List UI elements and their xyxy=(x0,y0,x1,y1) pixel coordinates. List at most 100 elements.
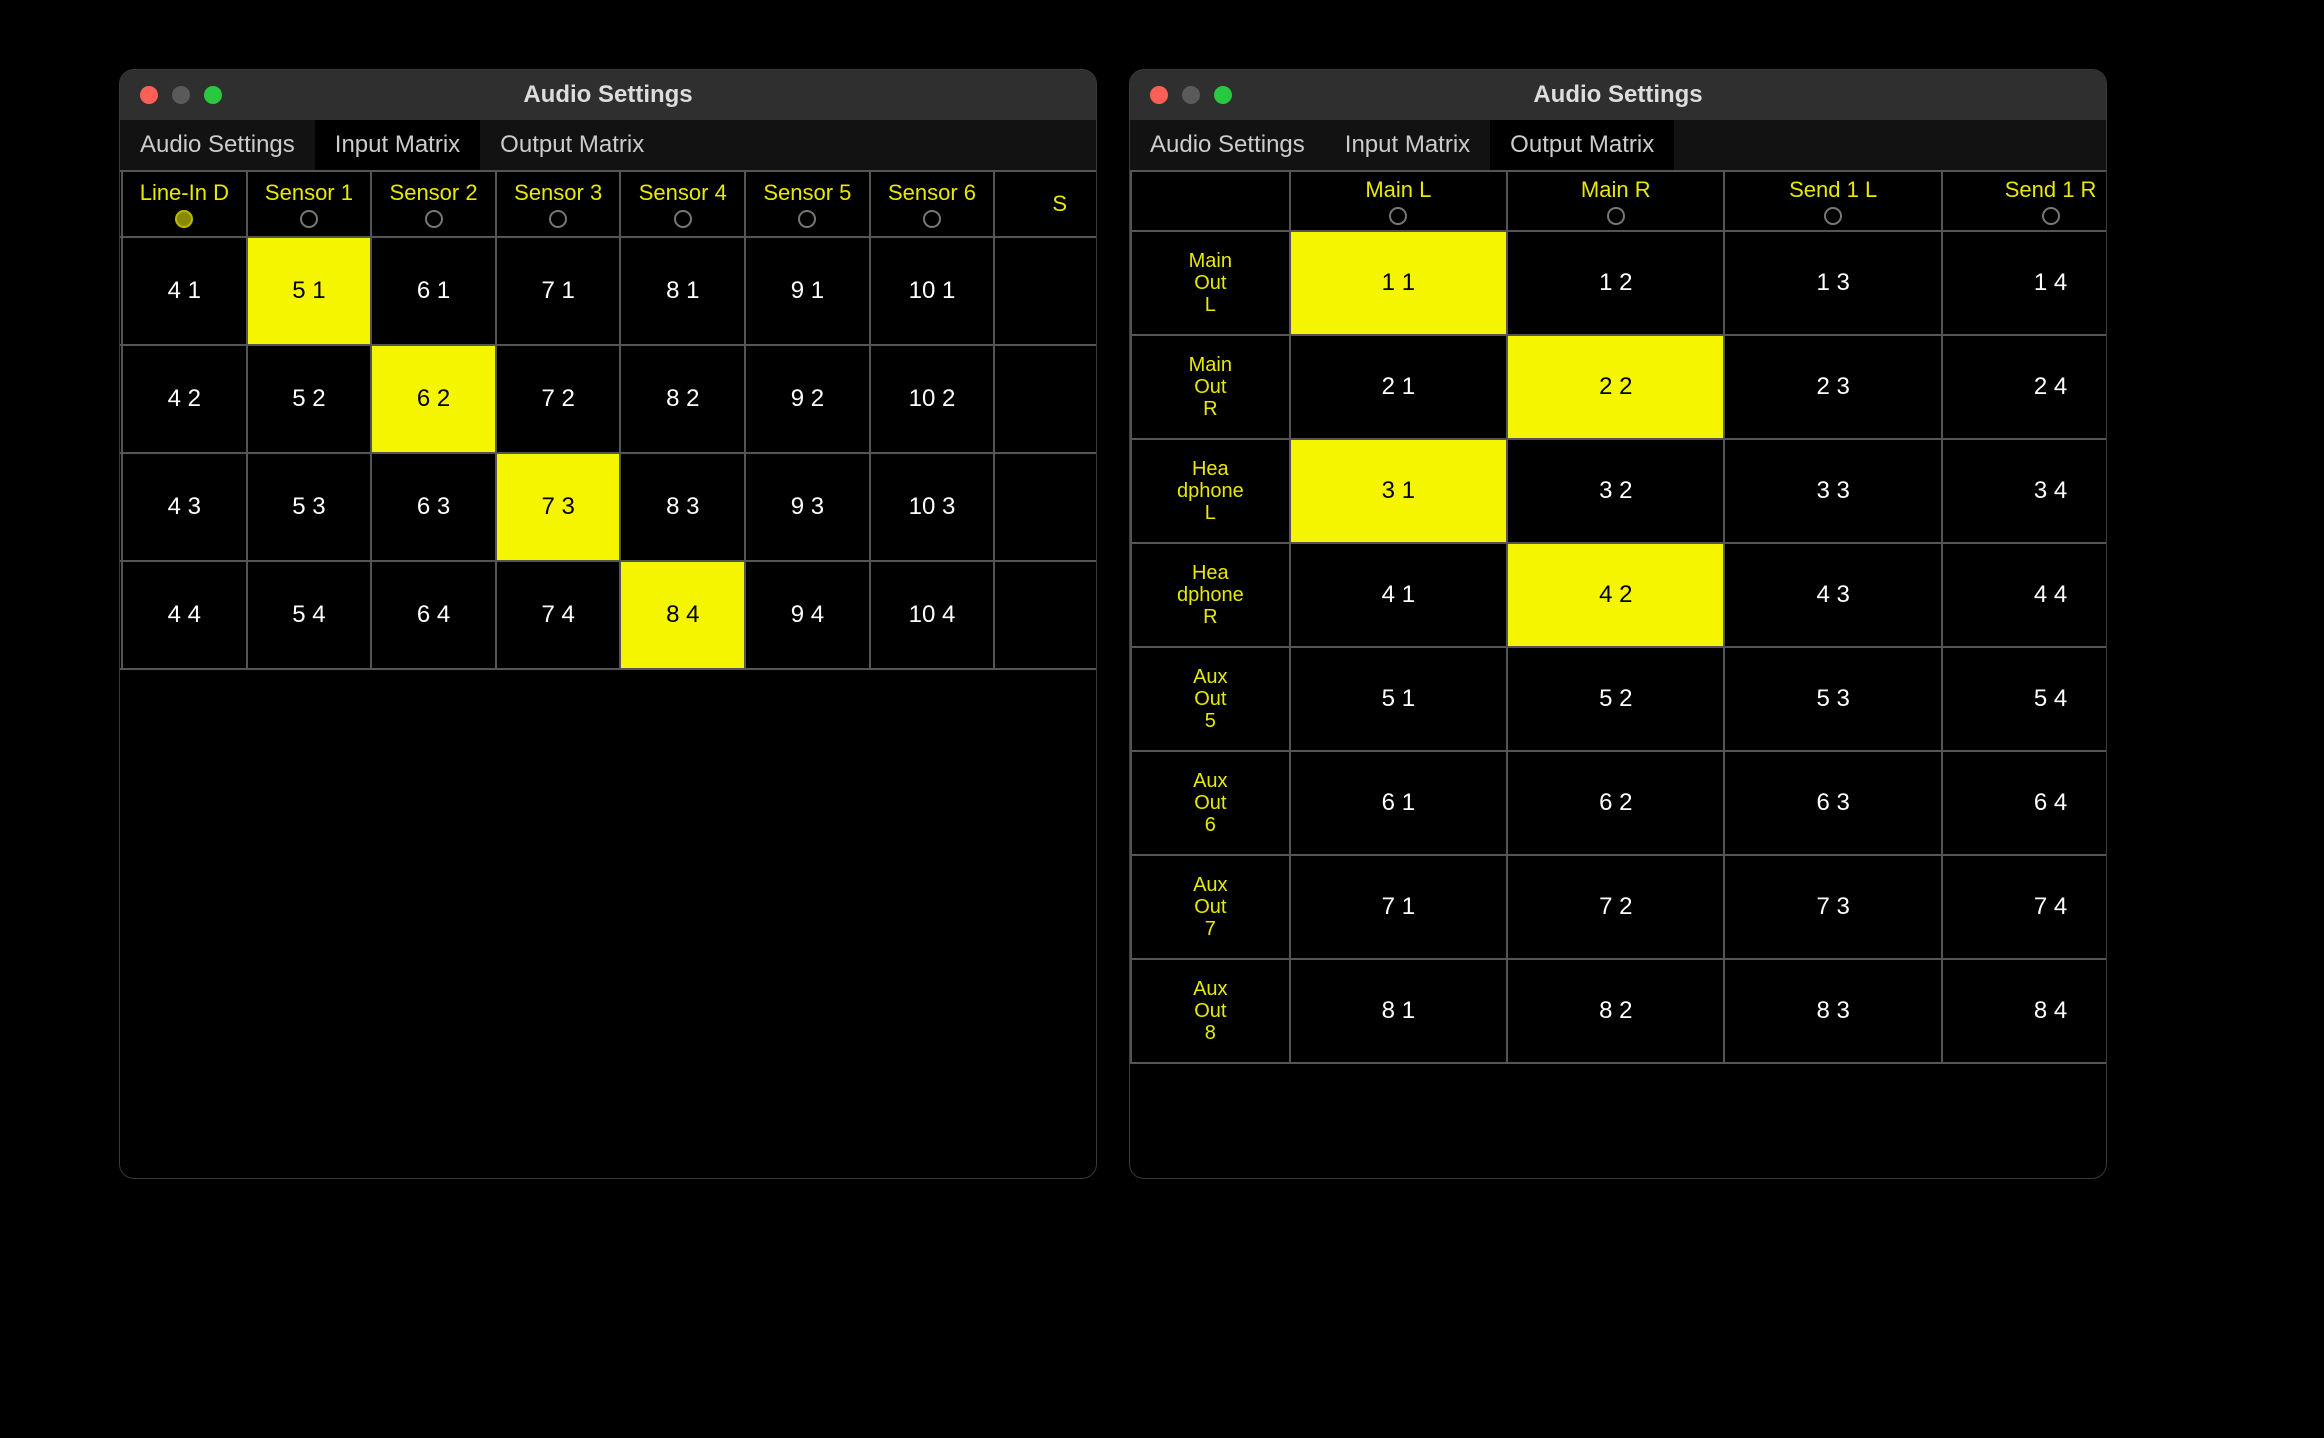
column-radio-icon[interactable] xyxy=(2042,207,2060,225)
column-header[interactable]: S xyxy=(995,172,1096,236)
matrix-cell[interactable]: 8 3 xyxy=(621,454,744,560)
column-header[interactable]: Sensor 5 xyxy=(746,172,869,236)
titlebar[interactable]: Audio Settings xyxy=(120,70,1096,120)
matrix-cell[interactable]: 3 1 xyxy=(120,238,121,344)
matrix-cell[interactable]: 8 3 xyxy=(1725,960,1940,1062)
matrix-cell[interactable]: 2 3 xyxy=(1725,336,1940,438)
matrix-cell[interactable]: 3 3 xyxy=(120,454,121,560)
minimize-icon[interactable] xyxy=(1182,86,1200,104)
column-radio-icon[interactable] xyxy=(549,210,567,228)
matrix-cell[interactable]: 3 2 xyxy=(1508,440,1723,542)
tab-audio-settings[interactable]: Audio Settings xyxy=(120,120,315,170)
matrix-cell[interactable]: 4 4 xyxy=(1943,544,2106,646)
matrix-cell[interactable]: 9 1 xyxy=(746,238,869,344)
matrix-cell[interactable]: 8 4 xyxy=(1943,960,2106,1062)
matrix-cell[interactable]: 4 4 xyxy=(123,562,246,668)
column-radio-icon[interactable] xyxy=(923,210,941,228)
column-radio-icon[interactable] xyxy=(1824,207,1842,225)
matrix-cell[interactable]: 5 1 xyxy=(1291,648,1506,750)
matrix-cell[interactable]: 4 3 xyxy=(123,454,246,560)
matrix-cell[interactable]: 9 2 xyxy=(746,346,869,452)
matrix-cell[interactable]: 1 2 xyxy=(1508,232,1723,334)
column-radio-icon[interactable] xyxy=(798,210,816,228)
column-header[interactable]: Send 1 L xyxy=(1725,172,1940,230)
matrix-scroll-area[interactable]: Main LMain RSend 1 LSend 1 RSend 2 LSend… xyxy=(1130,170,2106,1178)
matrix-cell[interactable]: 8 2 xyxy=(1508,960,1723,1062)
column-header[interactable]: Main L xyxy=(1291,172,1506,230)
matrix-cell[interactable]: 7 1 xyxy=(497,238,620,344)
matrix-cell[interactable]: 7 1 xyxy=(1291,856,1506,958)
tab-audio-settings[interactable]: Audio Settings xyxy=(1130,120,1325,170)
close-icon[interactable] xyxy=(1150,86,1168,104)
matrix-cell[interactable]: 4 1 xyxy=(123,238,246,344)
titlebar[interactable]: Audio Settings xyxy=(1130,70,2106,120)
column-header[interactable]: Sensor 2 xyxy=(372,172,495,236)
tab-input-matrix[interactable]: Input Matrix xyxy=(315,120,480,170)
matrix-cell[interactable] xyxy=(995,346,1096,452)
matrix-cell[interactable]: 1 4 xyxy=(1943,232,2106,334)
minimize-icon[interactable] xyxy=(172,86,190,104)
matrix-cell[interactable] xyxy=(995,562,1096,668)
matrix-cell[interactable]: 10 3 xyxy=(871,454,994,560)
matrix-cell[interactable]: 6 2 xyxy=(372,346,495,452)
matrix-cell[interactable]: 5 3 xyxy=(248,454,371,560)
matrix-cell[interactable]: 4 2 xyxy=(1508,544,1723,646)
column-radio-icon[interactable] xyxy=(1389,207,1407,225)
column-radio-icon[interactable] xyxy=(674,210,692,228)
matrix-cell[interactable]: 3 4 xyxy=(120,562,121,668)
tab-output-matrix[interactable]: Output Matrix xyxy=(480,120,664,170)
matrix-cell[interactable]: 3 3 xyxy=(1725,440,1940,542)
matrix-cell[interactable]: 5 2 xyxy=(248,346,371,452)
column-header[interactable]: Sensor 3 xyxy=(497,172,620,236)
close-icon[interactable] xyxy=(140,86,158,104)
matrix-cell[interactable]: 7 4 xyxy=(1943,856,2106,958)
column-header[interactable]: Line-In C xyxy=(120,172,121,236)
matrix-cell[interactable]: 7 4 xyxy=(497,562,620,668)
matrix-cell[interactable]: 3 4 xyxy=(1943,440,2106,542)
matrix-cell[interactable]: 6 4 xyxy=(372,562,495,668)
matrix-cell[interactable]: 10 1 xyxy=(871,238,994,344)
matrix-cell[interactable]: 6 3 xyxy=(1725,752,1940,854)
matrix-cell[interactable]: 3 1 xyxy=(1291,440,1506,542)
matrix-cell[interactable]: 9 3 xyxy=(746,454,869,560)
matrix-cell[interactable]: 5 1 xyxy=(248,238,371,344)
matrix-scroll-area[interactable]: ne BLine-In CLine-In DSensor 1Sensor 2Se… xyxy=(120,170,1096,1178)
column-header[interactable]: Line-In D xyxy=(123,172,246,236)
matrix-cell[interactable]: 10 4 xyxy=(871,562,994,668)
column-header[interactable]: Send 1 R xyxy=(1943,172,2106,230)
matrix-cell[interactable]: 7 2 xyxy=(1508,856,1723,958)
matrix-cell[interactable]: 6 1 xyxy=(372,238,495,344)
matrix-cell[interactable] xyxy=(995,238,1096,344)
matrix-cell[interactable]: 6 2 xyxy=(1508,752,1723,854)
matrix-cell[interactable]: 8 4 xyxy=(621,562,744,668)
column-header[interactable]: Main R xyxy=(1508,172,1723,230)
matrix-cell[interactable]: 6 3 xyxy=(372,454,495,560)
matrix-cell[interactable]: 8 1 xyxy=(621,238,744,344)
matrix-cell[interactable]: 6 1 xyxy=(1291,752,1506,854)
matrix-cell[interactable]: 1 1 xyxy=(1291,232,1506,334)
matrix-cell[interactable]: 8 2 xyxy=(621,346,744,452)
matrix-cell[interactable]: 5 2 xyxy=(1508,648,1723,750)
matrix-cell[interactable]: 2 1 xyxy=(1291,336,1506,438)
matrix-cell[interactable]: 7 2 xyxy=(497,346,620,452)
matrix-cell[interactable] xyxy=(995,454,1096,560)
column-radio-icon[interactable] xyxy=(425,210,443,228)
matrix-cell[interactable]: 10 2 xyxy=(871,346,994,452)
matrix-cell[interactable]: 5 4 xyxy=(248,562,371,668)
column-header[interactable]: Sensor 1 xyxy=(248,172,371,236)
column-radio-icon[interactable] xyxy=(300,210,318,228)
column-header[interactable]: Sensor 4 xyxy=(621,172,744,236)
matrix-cell[interactable]: 5 4 xyxy=(1943,648,2106,750)
matrix-cell[interactable]: 7 3 xyxy=(1725,856,1940,958)
zoom-icon[interactable] xyxy=(1214,86,1232,104)
matrix-cell[interactable]: 2 2 xyxy=(1508,336,1723,438)
matrix-cell[interactable]: 1 3 xyxy=(1725,232,1940,334)
column-header[interactable]: Sensor 6 xyxy=(871,172,994,236)
matrix-cell[interactable]: 4 1 xyxy=(1291,544,1506,646)
column-radio-icon[interactable] xyxy=(1607,207,1625,225)
matrix-cell[interactable]: 8 1 xyxy=(1291,960,1506,1062)
tab-output-matrix[interactable]: Output Matrix xyxy=(1490,120,1674,170)
matrix-cell[interactable]: 5 3 xyxy=(1725,648,1940,750)
matrix-cell[interactable]: 6 4 xyxy=(1943,752,2106,854)
matrix-cell[interactable]: 7 3 xyxy=(497,454,620,560)
